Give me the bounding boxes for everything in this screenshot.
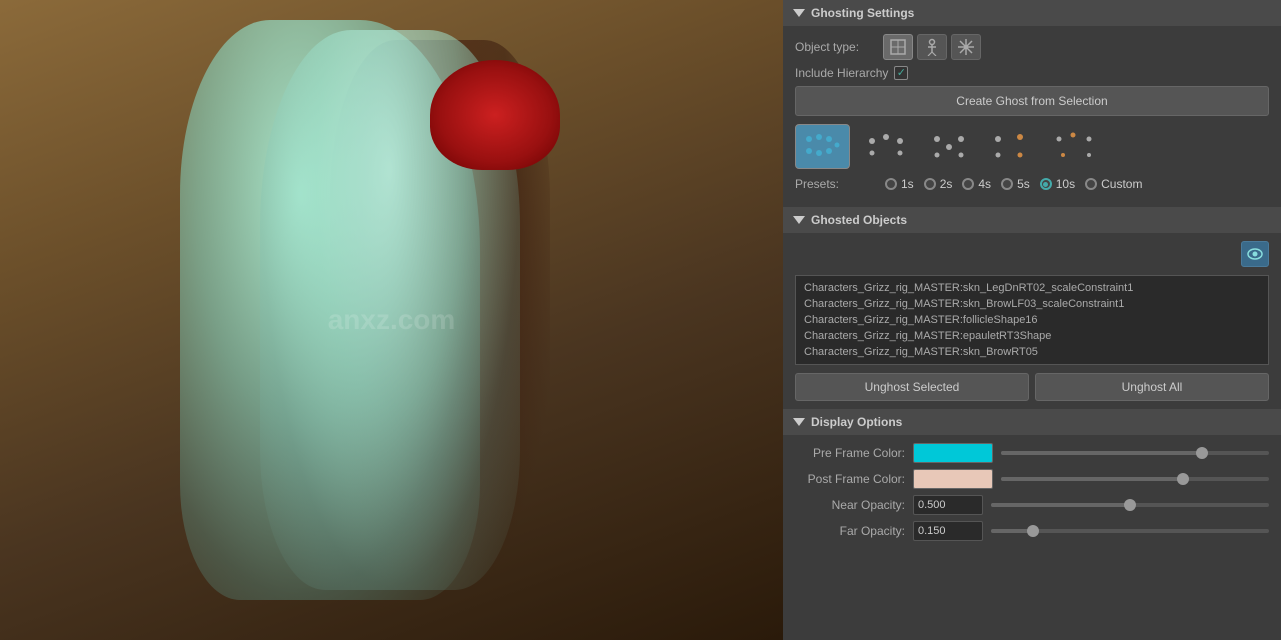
preset-2-icon bbox=[864, 129, 908, 165]
near-opacity-label: Near Opacity: bbox=[795, 498, 905, 512]
ghosted-header-row bbox=[795, 241, 1269, 271]
ghosting-settings-content: Object type: bbox=[783, 26, 1281, 207]
near-opacity-thumb[interactable] bbox=[1124, 499, 1136, 511]
ghosting-settings-title: Ghosting Settings bbox=[811, 6, 914, 20]
preset-2s-option[interactable]: 2s bbox=[924, 177, 953, 191]
far-opacity-thumb[interactable] bbox=[1027, 525, 1039, 537]
display-options-content: Pre Frame Color: Post Frame Color: Near … bbox=[783, 435, 1281, 555]
post-frame-slider-thumb[interactable] bbox=[1177, 473, 1189, 485]
ghosted-objects-content: Characters_Grizz_rig_MASTER:skn_LegDnRT0… bbox=[783, 233, 1281, 409]
create-ghost-button[interactable]: Create Ghost from Selection bbox=[795, 86, 1269, 116]
preset-2s-label: 2s bbox=[940, 177, 953, 191]
preset-5s-option[interactable]: 5s bbox=[1001, 177, 1030, 191]
pre-frame-color-row: Pre Frame Color: bbox=[795, 443, 1269, 463]
pre-frame-color-slider[interactable] bbox=[1001, 451, 1269, 455]
post-frame-color-swatch[interactable] bbox=[913, 469, 993, 489]
helmet-object bbox=[430, 60, 560, 170]
ghosted-objects-list[interactable]: Characters_Grizz_rig_MASTER:skn_LegDnRT0… bbox=[795, 275, 1269, 365]
preset-custom-label: Custom bbox=[1101, 177, 1142, 191]
display-options-title: Display Options bbox=[811, 415, 902, 429]
object-type-mesh-btn[interactable] bbox=[883, 34, 913, 60]
3d-viewport[interactable]: anxz.com bbox=[0, 0, 783, 640]
preset-10s-option[interactable]: 10s bbox=[1040, 177, 1075, 191]
include-hierarchy-label: Include Hierarchy bbox=[795, 66, 888, 80]
preset-icon-5[interactable] bbox=[1047, 124, 1102, 169]
action-buttons-row: Unghost Selected Unghost All bbox=[795, 373, 1269, 401]
ghosting-settings-header[interactable]: Ghosting Settings bbox=[783, 0, 1281, 26]
collapse-display-icon bbox=[793, 418, 805, 426]
display-options-header[interactable]: Display Options bbox=[783, 409, 1281, 435]
preset-1s-label: 1s bbox=[901, 177, 914, 191]
list-item[interactable]: Characters_Grizz_rig_MASTER:skn_BrowLF03… bbox=[800, 296, 1264, 312]
preset-10s-label: 10s bbox=[1056, 177, 1075, 191]
preset-5s-label: 5s bbox=[1017, 177, 1030, 191]
settings-panel: Ghosting Settings Object type: bbox=[783, 0, 1281, 640]
pre-frame-slider-thumb[interactable] bbox=[1196, 447, 1208, 459]
far-opacity-label: Far Opacity: bbox=[795, 524, 905, 538]
collapse-icon bbox=[793, 9, 805, 17]
post-frame-color-row: Post Frame Color: bbox=[795, 469, 1269, 489]
custom-icon bbox=[957, 38, 975, 56]
list-item[interactable]: Characters_Grizz_rig_MASTER:follicleShap… bbox=[800, 312, 1264, 328]
preset-2s-radio[interactable] bbox=[924, 178, 936, 190]
preset-icon-4[interactable] bbox=[984, 124, 1039, 169]
preset-custom-radio[interactable] bbox=[1085, 178, 1097, 190]
list-item[interactable]: Characters_Grizz_rig_MASTER:skn_LegDnRT0… bbox=[800, 280, 1264, 296]
unghost-all-button[interactable]: Unghost All bbox=[1035, 373, 1269, 401]
preset-5s-radio[interactable] bbox=[1001, 178, 1013, 190]
pre-frame-color-swatch[interactable] bbox=[913, 443, 993, 463]
preset-icon-2[interactable] bbox=[858, 124, 913, 169]
object-type-skeleton-btn[interactable] bbox=[917, 34, 947, 60]
presets-radio-row: Presets: 1s 2s 4s 5s 10s bbox=[795, 177, 1269, 191]
preset-1s-option[interactable]: 1s bbox=[885, 177, 914, 191]
ghosted-objects-header[interactable]: Ghosted Objects bbox=[783, 207, 1281, 233]
pre-frame-color-label: Pre Frame Color: bbox=[795, 446, 905, 460]
skeleton-icon bbox=[923, 38, 941, 56]
far-opacity-slider[interactable] bbox=[991, 529, 1269, 533]
object-type-group bbox=[883, 34, 981, 60]
preset-icons-row bbox=[795, 124, 1269, 169]
post-frame-color-label: Post Frame Color: bbox=[795, 472, 905, 486]
preset-1s-radio[interactable] bbox=[885, 178, 897, 190]
near-opacity-value[interactable]: 0.500 bbox=[913, 495, 983, 515]
preset-4s-label: 4s bbox=[978, 177, 991, 191]
collapse-ghosted-icon bbox=[793, 216, 805, 224]
post-frame-color-slider[interactable] bbox=[1001, 477, 1269, 481]
eye-icon bbox=[1247, 248, 1263, 260]
list-item[interactable]: Characters_Grizz_rig_MASTER:skn_BrowRT05 bbox=[800, 344, 1264, 360]
preset-4s-radio[interactable] bbox=[962, 178, 974, 190]
visibility-toggle-button[interactable] bbox=[1241, 241, 1269, 267]
near-opacity-row: Near Opacity: 0.500 bbox=[795, 495, 1269, 515]
preset-4-icon bbox=[990, 129, 1034, 165]
object-type-label: Object type: bbox=[795, 40, 875, 54]
preset-4s-option[interactable]: 4s bbox=[962, 177, 991, 191]
include-hierarchy-row: Include Hierarchy bbox=[795, 66, 1269, 80]
dense-dots-icon bbox=[801, 129, 845, 165]
preset-10s-radio[interactable] bbox=[1040, 178, 1052, 190]
unghost-selected-button[interactable]: Unghost Selected bbox=[795, 373, 1029, 401]
preset-5-icon bbox=[1053, 129, 1097, 165]
preset-icon-3[interactable] bbox=[921, 124, 976, 169]
preset-icon-dense[interactable] bbox=[795, 124, 850, 169]
preset-3-icon bbox=[927, 129, 971, 165]
object-type-custom-btn[interactable] bbox=[951, 34, 981, 60]
near-opacity-slider[interactable] bbox=[991, 503, 1269, 507]
far-opacity-value[interactable]: 0.150 bbox=[913, 521, 983, 541]
ghosted-objects-title: Ghosted Objects bbox=[811, 213, 907, 227]
object-type-row: Object type: bbox=[795, 34, 1269, 60]
list-item[interactable]: Characters_Grizz_rig_MASTER:epauletRT3Sh… bbox=[800, 328, 1264, 344]
include-hierarchy-checkbox[interactable] bbox=[894, 66, 908, 80]
presets-label: Presets: bbox=[795, 177, 875, 191]
far-opacity-row: Far Opacity: 0.150 bbox=[795, 521, 1269, 541]
preset-custom-option[interactable]: Custom bbox=[1085, 177, 1142, 191]
mesh-icon bbox=[889, 38, 907, 56]
